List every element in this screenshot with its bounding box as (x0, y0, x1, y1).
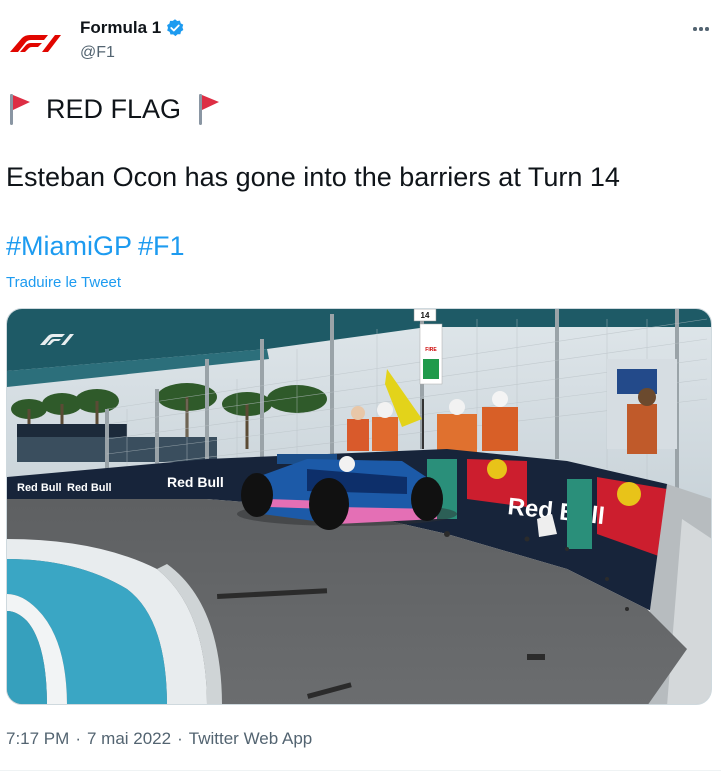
verified-badge-icon (165, 18, 185, 38)
tweet-source-link[interactable]: Twitter Web App (189, 729, 312, 749)
svg-text:Red Bull: Red Bull (17, 482, 62, 494)
tweet-photo[interactable]: 14 FIRE EXIT Red Bull Red Bull Red Bull … (6, 308, 712, 705)
exit-sign-label: EXIT (427, 378, 436, 383)
red-flag-line: RED FLAG (6, 92, 221, 126)
translate-link[interactable]: Traduire le Tweet (6, 274, 121, 291)
turn-sign-number: 14 (421, 311, 430, 320)
hashtag-link[interactable]: #F1 (138, 231, 185, 261)
author-name-row[interactable]: Formula 1 (80, 18, 185, 38)
divider (0, 770, 721, 771)
tweet-time[interactable]: 7:17 PM (6, 729, 69, 749)
tweet-text: Esteban Ocon has gone into the barriers … (6, 162, 620, 192)
svg-text:Red Bull: Red Bull (67, 482, 112, 494)
hashtags: #MiamiGP #F1 (6, 231, 191, 262)
author-handle[interactable]: @F1 (80, 44, 115, 62)
meta-separator: · (177, 729, 183, 748)
red-flag-text: RED FLAG (46, 93, 182, 124)
tweet-header: Formula 1 @F1 (0, 0, 721, 80)
triangular-flag-icon (6, 92, 32, 126)
tweet-meta: 7:17 PM · 7 mai 2022 · Twitter Web App (6, 729, 312, 749)
meta-separator: · (75, 729, 81, 748)
fire-sign-label: FIRE (425, 347, 437, 353)
triangular-flag-icon (195, 92, 221, 126)
author-display-name[interactable]: Formula 1 (80, 18, 161, 38)
more-horizontal-icon[interactable] (688, 16, 714, 42)
tweet-date[interactable]: 7 mai 2022 (87, 729, 171, 749)
hashtag-link[interactable]: #MiamiGP (6, 231, 132, 261)
svg-text:Red Bull: Red Bull (167, 474, 224, 490)
f1-logo-icon[interactable] (6, 26, 64, 58)
